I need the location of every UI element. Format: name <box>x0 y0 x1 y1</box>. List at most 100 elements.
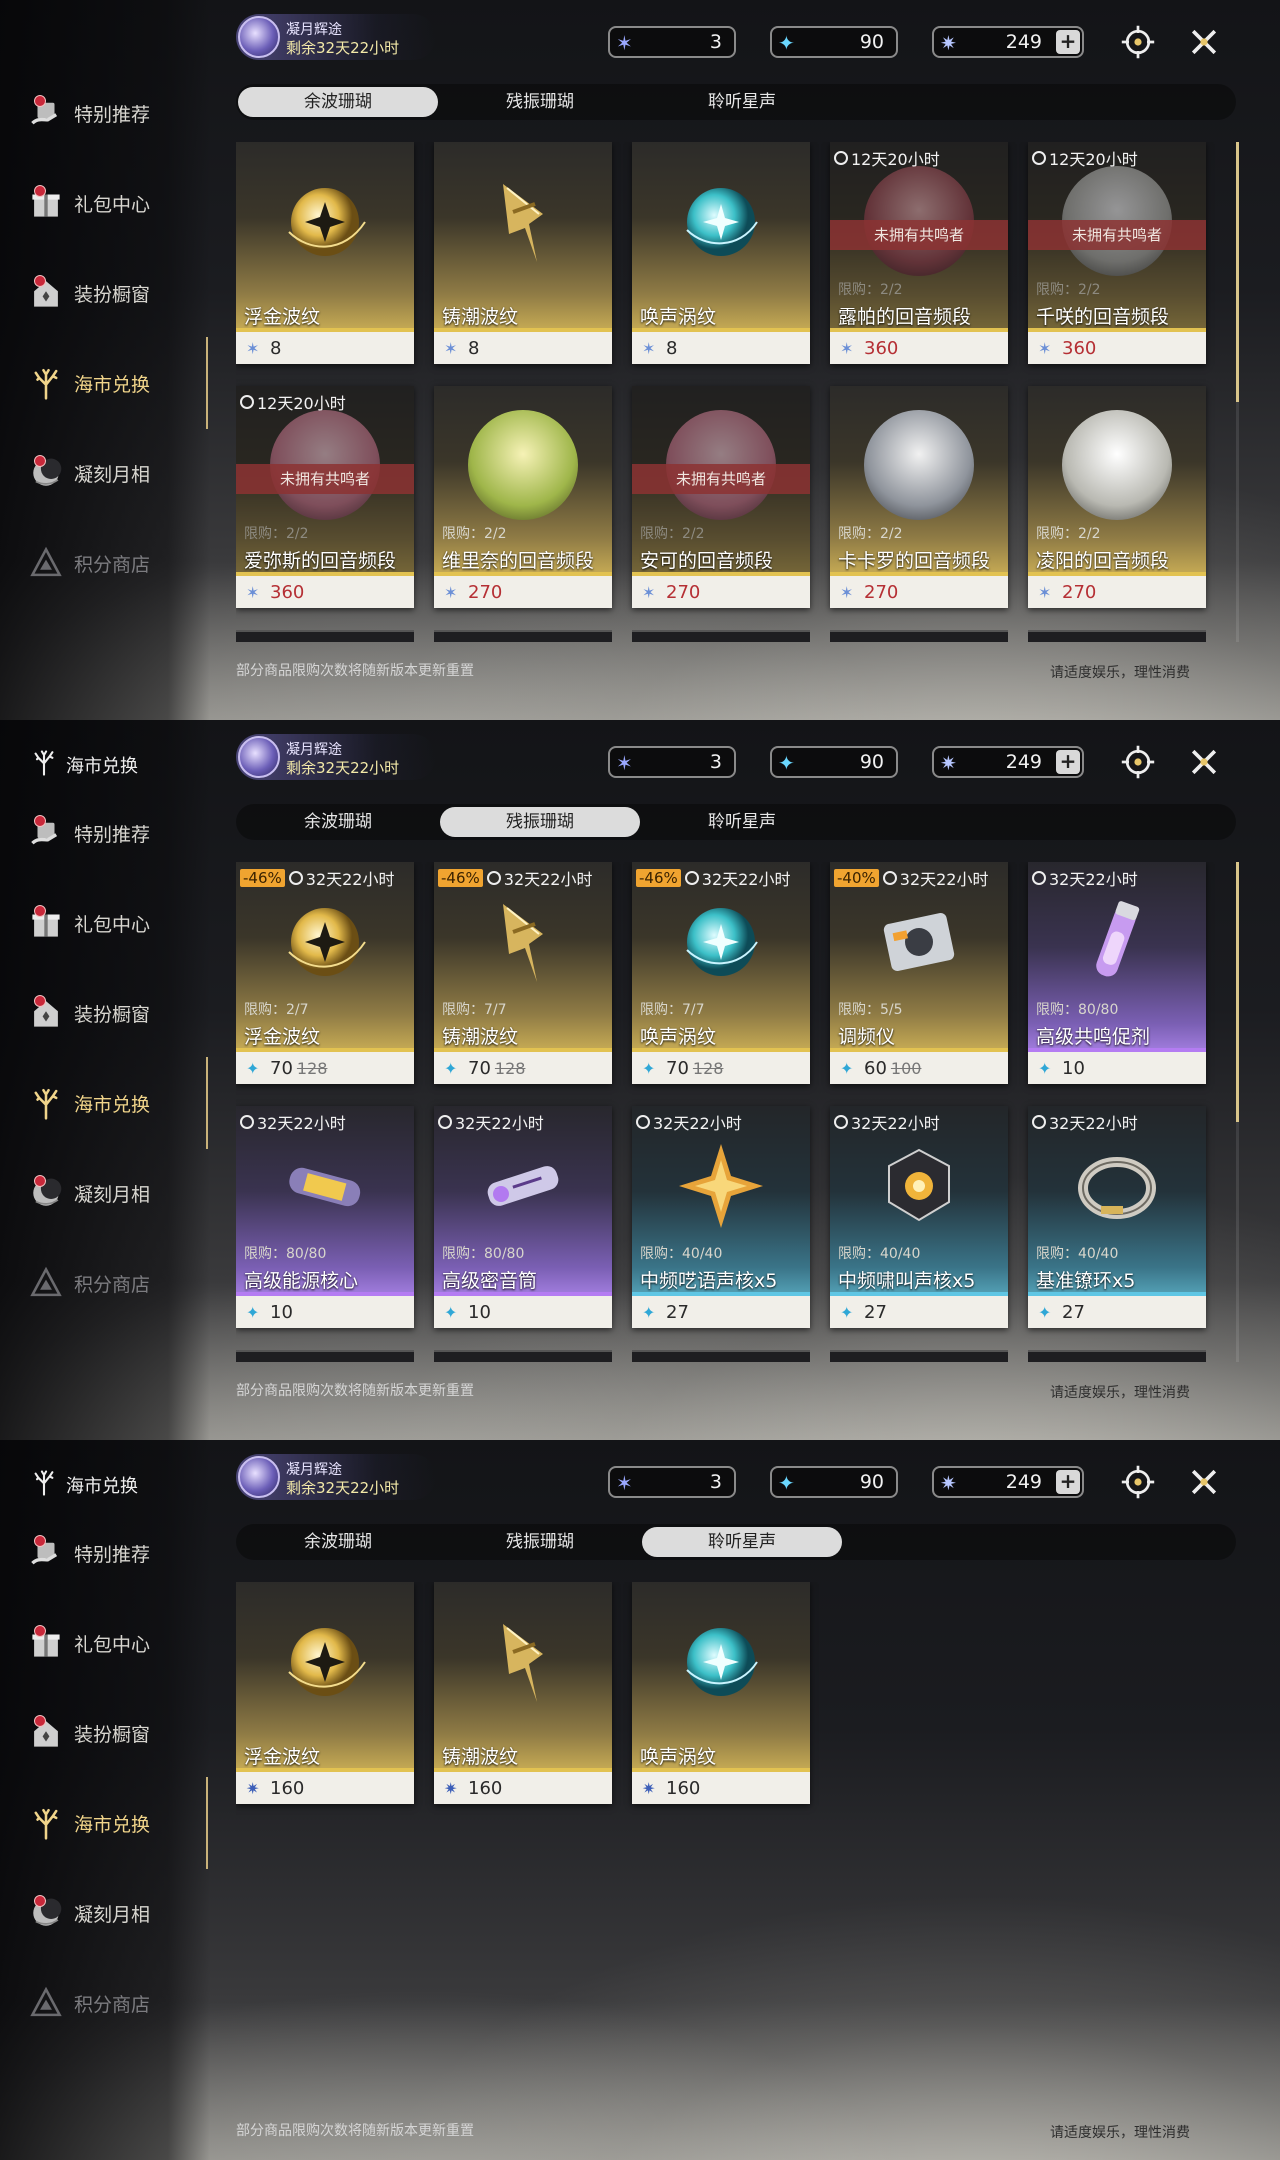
next-row-card[interactable] <box>1028 1350 1206 1362</box>
add-currency-button[interactable]: + <box>1056 750 1080 774</box>
event-badge[interactable]: 凝月辉途 剩余32天22小时 <box>236 734 436 780</box>
shop-item-card[interactable]: -46% 32天22小时 限购：2/7 浮金波纹 ✦ 70 128 <box>236 862 414 1084</box>
sidebar-item-4[interactable]: 凝刻月相 <box>26 1888 206 1938</box>
shop-item-card[interactable]: 限购：2/2 卡卡罗的回音频段 ✶ 270 <box>830 386 1008 608</box>
next-row-card[interactable] <box>236 1350 414 1362</box>
tab-2[interactable]: 聆听星声 <box>642 807 842 837</box>
add-currency-button[interactable]: + <box>1056 30 1080 54</box>
next-row-card[interactable] <box>1028 630 1206 642</box>
sidebar-item-3[interactable]: 海市兑换 <box>26 358 206 408</box>
tab-1[interactable]: 残振珊瑚 <box>440 87 640 117</box>
original-price: 128 <box>494 1058 526 1078</box>
clock-icon <box>636 1115 650 1129</box>
shop-item-card[interactable]: 唤声涡纹 ✶ 8 <box>632 142 810 364</box>
shop-item-card[interactable]: 唤声涡纹 ✷ 160 <box>632 1582 810 1804</box>
tab-2[interactable]: 聆听星声 <box>642 1527 842 1557</box>
shop-item-card[interactable]: 未拥有共鸣者 限购：2/2 安可的回音频段 ✶ 270 <box>632 386 810 608</box>
sidebar-item-1[interactable]: 礼包中心 <box>26 898 206 948</box>
tab-2[interactable]: 聆听星声 <box>642 87 842 117</box>
timer-text: 32天22小时 <box>899 870 989 889</box>
scrollbar-thumb[interactable] <box>1236 142 1239 402</box>
next-row-card[interactable] <box>830 630 1008 642</box>
shop-item-card[interactable]: 浮金波纹 ✶ 8 <box>236 142 414 364</box>
sidebar-item-1[interactable]: 礼包中心 <box>26 1618 206 1668</box>
close-button[interactable] <box>1184 1462 1224 1502</box>
sidebar-item-5[interactable]: 积分商店 <box>26 1258 206 1308</box>
shop-item-card[interactable]: 限购：2/2 凌阳的回音频段 ✶ 270 <box>1028 386 1206 608</box>
shop-item-card[interactable]: -46% 32天22小时 限购：7/7 铸潮波纹 ✦ 70 128 <box>434 862 612 1084</box>
timer-text: 12天20小时 <box>1049 150 1138 169</box>
price-value: 360 <box>270 581 305 603</box>
close-button[interactable] <box>1184 742 1224 782</box>
currency-a[interactable]: ✶ 3 <box>608 746 736 778</box>
next-row-card[interactable] <box>236 630 414 642</box>
tab-0[interactable]: 余波珊瑚 <box>238 1527 438 1557</box>
currency-b[interactable]: ✦ 90 <box>770 1466 898 1498</box>
currency-a[interactable]: ✶ 3 <box>608 1466 736 1498</box>
currency-c[interactable]: ✷ 249 + <box>932 26 1084 58</box>
shop-item-card[interactable]: -40% 32天22小时 限购：5/5 调频仪 ✦ 60 100 <box>830 862 1008 1084</box>
shop-item-card[interactable]: 32天22小时 限购：80/80 高级密音筒 ✦ 10 <box>434 1106 612 1328</box>
shop-item-card[interactable]: 铸潮波纹 ✶ 8 <box>434 142 612 364</box>
locate-button[interactable] <box>1118 742 1158 782</box>
shop-item-card[interactable]: 32天22小时 限购：40/40 基准镣环x5 ✦ 27 <box>1028 1106 1206 1328</box>
shop-item-card[interactable]: 未拥有共鸣者 12天20小时 限购：2/2 露帕的回音频段 ✶ 360 <box>830 142 1008 364</box>
sidebar-item-label: 海市兑换 <box>74 1093 151 1116</box>
event-badge[interactable]: 凝月辉途 剩余32天22小时 <box>236 1454 436 1500</box>
tab-0[interactable]: 余波珊瑚 <box>238 87 438 117</box>
currency-b[interactable]: ✦ 90 <box>770 746 898 778</box>
triangle-icon <box>26 543 66 583</box>
sidebar-item-2[interactable]: 装扮橱窗 <box>26 1708 206 1758</box>
next-row-card[interactable] <box>434 1350 612 1362</box>
close-button[interactable] <box>1184 22 1224 62</box>
time-remaining: -46% 32天22小时 <box>240 866 395 890</box>
shop-item-card[interactable]: 未拥有共鸣者 12天20小时 限购：2/2 爱弥斯的回音频段 ✶ 360 <box>236 386 414 608</box>
tab-1[interactable]: 残振珊瑚 <box>440 1527 640 1557</box>
shop-item-card[interactable]: 浮金波纹 ✷ 160 <box>236 1582 414 1804</box>
sidebar-item-5[interactable]: 积分商店 <box>26 1978 206 2028</box>
locate-button[interactable] <box>1118 1462 1158 1502</box>
shop-item-card[interactable]: 32天22小时 限购：40/40 中频呓语声核x5 ✦ 27 <box>632 1106 810 1328</box>
shop-item-card[interactable]: 32天22小时 限购：80/80 高级共鸣促剂 ✦ 10 <box>1028 862 1206 1084</box>
sidebar-item-0[interactable]: 特别推荐 <box>26 88 206 138</box>
sidebar-item-2[interactable]: 装扮橱窗 <box>26 268 206 318</box>
shop-item-card[interactable]: 铸潮波纹 ✷ 160 <box>434 1582 612 1804</box>
orb-teal-icon <box>671 1612 771 1712</box>
timer-text: 32天22小时 <box>455 1114 544 1133</box>
scrollbar-thumb[interactable] <box>1236 862 1239 1122</box>
add-currency-button[interactable]: + <box>1056 1470 1080 1494</box>
sidebar: 海市兑换 特别推荐 礼包中心 装扮橱窗 海市兑换 凝刻月相 积分商店 <box>0 720 210 1440</box>
shop-item-card[interactable]: 未拥有共鸣者 12天20小时 限购：2/2 千咲的回音频段 ✶ 360 <box>1028 142 1206 364</box>
sidebar-item-3[interactable]: 海市兑换 <box>26 1078 206 1128</box>
next-row-card[interactable] <box>632 630 810 642</box>
event-title: 凝月辉途 <box>286 22 342 38</box>
sidebar-item-0[interactable]: 特别推荐 <box>26 1528 206 1578</box>
coral-icon <box>26 1083 66 1123</box>
currency-a[interactable]: ✶ 3 <box>608 26 736 58</box>
event-badge[interactable]: 凝月辉途 剩余32天22小时 <box>236 14 436 60</box>
sidebar-item-2[interactable]: 装扮橱窗 <box>26 988 206 1038</box>
shop-item-card[interactable]: 32天22小时 限购：40/40 中频啸叫声核x5 ✦ 27 <box>830 1106 1008 1328</box>
tab-0[interactable]: 余波珊瑚 <box>238 807 438 837</box>
time-remaining: 32天22小时 <box>438 1110 544 1134</box>
shop-item-card[interactable]: -46% 32天22小时 限购：7/7 唤声涡纹 ✦ 70 128 <box>632 862 810 1084</box>
currency-c[interactable]: ✷ 249 + <box>932 746 1084 778</box>
next-row-card[interactable] <box>830 1350 1008 1362</box>
sidebar-item-1[interactable]: 礼包中心 <box>26 178 206 228</box>
currency-c[interactable]: ✷ 249 + <box>932 1466 1084 1498</box>
item-grid: 浮金波纹 ✶ 8 铸潮波纹 ✶ 8 唤声涡纹 ✶ 8 未拥有共鸣者 12天20小时 限购：2/2 露帕的… <box>236 142 1216 642</box>
sidebar-item-4[interactable]: 凝刻月相 <box>26 1168 206 1218</box>
sidebar-item-5[interactable]: 积分商店 <box>26 538 206 588</box>
shop-item-card[interactable]: 限购：2/2 维里奈的回音频段 ✶ 270 <box>434 386 612 608</box>
next-row-card[interactable] <box>434 630 612 642</box>
sidebar-item-3[interactable]: 海市兑换 <box>26 1798 206 1848</box>
currency-b[interactable]: ✦ 90 <box>770 26 898 58</box>
next-row-card[interactable] <box>632 1350 810 1362</box>
item-name: 中频呓语声核x5 <box>640 1270 778 1292</box>
sidebar-item-0[interactable]: 特别推荐 <box>26 808 206 858</box>
tab-1[interactable]: 残振珊瑚 <box>440 807 640 837</box>
price-value: 270 <box>1062 581 1097 603</box>
shop-item-card[interactable]: 32天22小时 限购：80/80 高级能源核心 ✦ 10 <box>236 1106 414 1328</box>
sidebar-item-4[interactable]: 凝刻月相 <box>26 448 206 498</box>
locate-button[interactable] <box>1118 22 1158 62</box>
